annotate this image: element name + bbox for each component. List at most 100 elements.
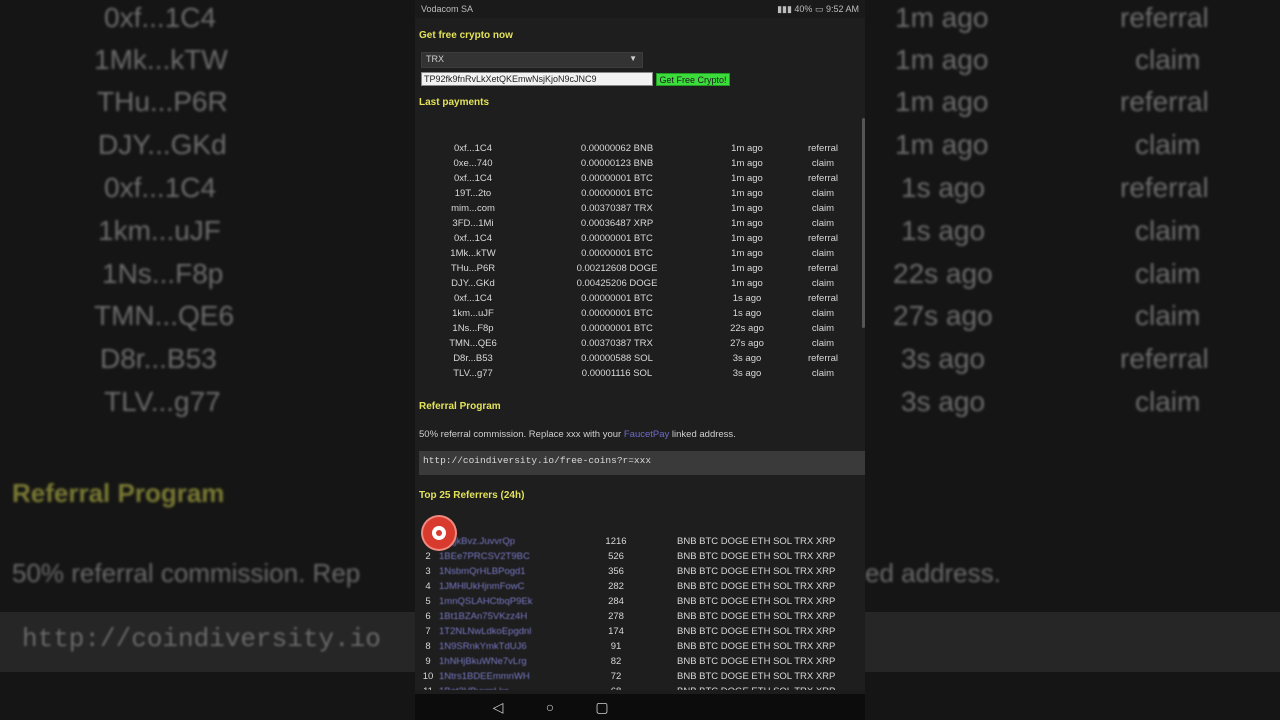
payment-address: TMN...QE6 bbox=[449, 338, 497, 349]
recent-square-icon[interactable]: ▢ bbox=[591, 698, 613, 716]
table-row: 111Bat3VBvxmLkc 68 BNB BTC DOGE ETH SOL TR… bbox=[415, 686, 865, 690]
payment-address: 1Ns...F8p bbox=[452, 323, 494, 334]
payment-address: THu...P6R bbox=[450, 263, 496, 274]
bg-time: 1m ago bbox=[895, 2, 989, 33]
bg-type: referral bbox=[1120, 343, 1209, 374]
bg-type: referral bbox=[1120, 172, 1209, 203]
payment-amount: 0.00000001 BTC bbox=[581, 308, 653, 319]
payment-type: claim bbox=[811, 338, 835, 349]
referral-text-before: 50% referral commission. Replace xxx wit… bbox=[419, 429, 624, 440]
payment-address: 0xf...1C4 bbox=[453, 293, 493, 304]
payment-time: 1m ago bbox=[731, 263, 763, 274]
bg-address: D8r...B53 bbox=[100, 343, 217, 374]
referrer-coins: BNB BTC DOGE ETH SOL TRX XRP bbox=[677, 671, 836, 682]
payment-amount: 0.00000001 BTC bbox=[581, 248, 653, 259]
payment-type: claim bbox=[811, 278, 835, 289]
bg-address: THu...P6R bbox=[97, 86, 228, 117]
get-free-crypto-button[interactable]: Get Free Crypto! bbox=[656, 73, 730, 86]
bg-referral-text: 50% referral commission. Rep bbox=[12, 558, 361, 588]
payment-type: claim bbox=[811, 188, 835, 199]
payment-type: claim bbox=[811, 368, 835, 379]
faucet-title: Get free crypto now bbox=[419, 30, 513, 41]
table-row: 2 1BEe7PRCSV2T9BC 526 BNB BTC DOGE ETH SOL … bbox=[415, 551, 865, 566]
navigation-bar: ◁ ○ ▢ bbox=[415, 694, 865, 720]
table-row: 10 1Ntrs1BDEEmmnWH 72 BNB BTC DOGE ETH SOL … bbox=[415, 671, 865, 686]
payment-amount: 0.00000001 BTC bbox=[581, 293, 653, 304]
payment-type: claim bbox=[811, 248, 835, 259]
bg-address: 0xf...1C4 bbox=[104, 2, 217, 33]
referrer-address: 1N9SRnkYmkTdUJ6 bbox=[439, 641, 527, 652]
referrer-count: 284 bbox=[608, 596, 624, 607]
payment-type: claim bbox=[811, 323, 835, 334]
phone-screen: Vodacom SA ▮▮▮ 40% ▭ 9:52 AM Get free cr… bbox=[415, 0, 865, 720]
referrer-count: 91 bbox=[610, 641, 622, 652]
table-row: 3 1NsbmQrHLBPogd1 356 BNB BTC DOGE ETH SOL … bbox=[415, 566, 865, 581]
payment-time: 3s ago bbox=[732, 353, 762, 364]
referrer-count: 356 bbox=[608, 566, 624, 577]
table-row: 6 1Bt1BZAn75VKzz4H 278 BNB BTC DOGE ETH SOL… bbox=[415, 611, 865, 626]
payment-address: 0xf...1C4 bbox=[453, 173, 493, 184]
payment-amount: 0.00000001 BTC bbox=[581, 188, 653, 199]
referrer-address: 1T2NLNwLdkoEpgdnl bbox=[439, 626, 532, 637]
record-dot bbox=[436, 530, 442, 536]
table-row: 0xe...740 0.00000123 BNB 1m ago claim bbox=[415, 158, 865, 173]
referrer-coins: BNB BTC DOGE ETH SOL TRX XRP bbox=[677, 641, 836, 652]
bg-time: 3s ago bbox=[901, 386, 986, 417]
referral-link-box[interactable]: http://coindiversity.io/free-coins?r=xxx bbox=[419, 451, 865, 475]
payment-time: 27s ago bbox=[730, 338, 764, 349]
bg-address: 1km...uJF bbox=[98, 215, 221, 246]
top-referrers-title: Top 25 Referrers (24h) bbox=[419, 490, 525, 501]
bg-time: 3s ago bbox=[901, 343, 986, 374]
referrer-address: 1Ntrs1BDEEmmnWH bbox=[439, 671, 530, 682]
payment-address: 3FD...1Mi bbox=[452, 218, 494, 229]
faucetpay-link[interactable]: FaucetPay bbox=[624, 429, 669, 440]
wallet-address-input[interactable] bbox=[421, 72, 653, 86]
referrer-coins: BNB BTC DOGE ETH SOL TRX XRP bbox=[677, 656, 836, 667]
payment-address: 0xe...740 bbox=[453, 158, 493, 169]
referrer-coins: BNB BTC DOGE ETH SOL TRX XRP bbox=[677, 551, 836, 562]
payment-type: referral bbox=[807, 353, 839, 364]
home-circle-icon[interactable]: ○ bbox=[539, 698, 561, 716]
last-payments-title: Last payments bbox=[419, 97, 490, 108]
background-right-panel: 1m ago 1m ago 1m ago 1m ago 1s ago 1s ag… bbox=[865, 0, 1280, 720]
bg-type: claim bbox=[1135, 258, 1201, 289]
payment-type: referral bbox=[807, 173, 839, 184]
payment-type: claim bbox=[811, 218, 835, 229]
payment-address: 1km...uJF bbox=[452, 308, 494, 319]
payment-type: claim bbox=[811, 158, 835, 169]
payment-type: claim bbox=[811, 203, 835, 214]
bg-referral-link-end bbox=[865, 612, 1280, 672]
bg-address: 1Ns...F8p bbox=[102, 258, 224, 289]
bg-address: DJY...GKd bbox=[98, 129, 227, 160]
payment-address: TLV...g77 bbox=[453, 368, 493, 379]
referrer-rank: 3 bbox=[425, 566, 431, 577]
referrer-address: 1hNHjBkuWNe7vLrg bbox=[439, 656, 527, 667]
referrer-coins: BNB BTC DOGE ETH SOL TRX XRP bbox=[677, 611, 836, 622]
referrer-coins: BNB BTC DOGE ETH SOL TRX XRP bbox=[677, 536, 836, 547]
web-page[interactable]: Get free crypto now TRX ▼ Get Free Crypt… bbox=[415, 18, 865, 690]
table-row: 11JqjkBvz.JuvvrQp1216BNB BTC DOGE ETH SO… bbox=[415, 536, 865, 551]
payment-time: 1m ago bbox=[731, 143, 763, 154]
table-row: 8 1N9SRnkYmkTdUJ6 91 BNB BTC DOGE ETH SOL T… bbox=[415, 641, 865, 656]
table-row: D8r...B53 0.00000588 SOL 3s ago referral bbox=[415, 353, 865, 368]
referrer-address: 1Bat3VBvxmLkc bbox=[439, 686, 543, 690]
referrer-address: 1Bt1BZAn75VKzz4H bbox=[439, 611, 528, 622]
payment-time: 1s ago bbox=[732, 293, 762, 304]
coin-select[interactable]: TRX ▼ bbox=[421, 52, 643, 68]
back-triangle-icon[interactable]: ◁ bbox=[487, 698, 509, 716]
referrer-rank: 9 bbox=[425, 656, 431, 667]
bg-type: referral bbox=[1120, 2, 1209, 33]
payment-type: referral bbox=[807, 263, 839, 274]
referrer-count: 174 bbox=[608, 626, 624, 637]
referral-description: 50% referral commission. Replace xxx wit… bbox=[419, 429, 736, 440]
payment-type: referral bbox=[807, 293, 839, 304]
bg-time: 1m ago bbox=[895, 129, 989, 160]
table-row: 0xf...1C4 0.00000001 BTC 1m ago referral bbox=[415, 233, 865, 248]
table-row: 0xf...1C4 0.00000001 BTC 1m ago referral bbox=[415, 173, 865, 188]
referrer-coins: BNB BTC DOGE ETH SOL TRX XRP bbox=[677, 581, 836, 592]
screen-record-icon[interactable] bbox=[423, 517, 455, 549]
payment-amount: 0.00036487 XRP bbox=[580, 218, 654, 229]
payment-amount: 0.00000001 BTC bbox=[581, 323, 653, 334]
payment-address: DJY...GKd bbox=[451, 278, 495, 289]
table-row: 5 1mnQSLAHCtbqP9Ek 284 BNB BTC DOGE ETH SOL… bbox=[415, 596, 865, 611]
